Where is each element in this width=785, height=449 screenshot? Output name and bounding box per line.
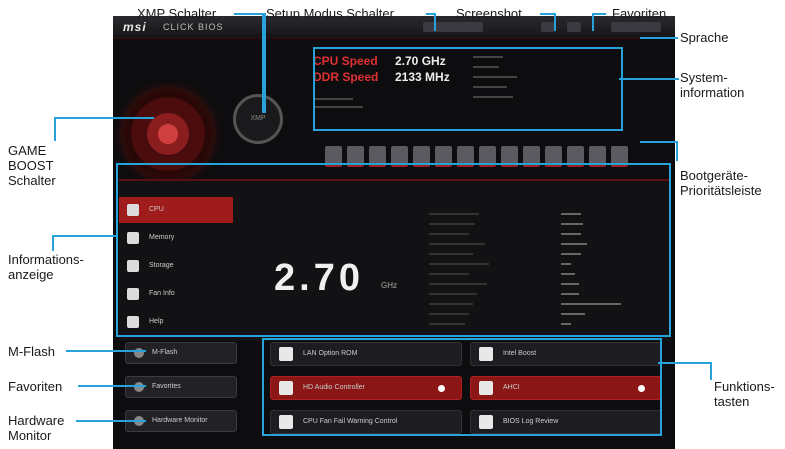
favorites-side-button[interactable]: Favorites: [125, 376, 237, 398]
callout-system-information: System- information: [680, 70, 745, 100]
callout-line: [640, 141, 676, 143]
sysinfo-frame: [313, 47, 623, 131]
callout-favorites-left: Favoriten: [8, 379, 63, 394]
callout-line: [710, 362, 712, 380]
callout-line: [658, 362, 712, 364]
xmp-switch[interactable]: XMP: [233, 94, 283, 144]
callout-line: [78, 385, 146, 387]
m-flash-button[interactable]: M-Flash: [125, 342, 237, 364]
click-bios-label: CLICK BIOS: [163, 22, 224, 32]
callout-line: [76, 420, 146, 422]
callout-line: [52, 235, 116, 237]
callout-line: [66, 350, 146, 352]
callout-line: [676, 141, 678, 161]
callout-line: [264, 13, 266, 113]
callout-line: [234, 13, 264, 15]
callout-line: [52, 235, 54, 251]
callout-line: [554, 13, 556, 31]
callout-favorites-top: Favoriten: [612, 6, 667, 21]
setup-mode-button[interactable]: [423, 22, 483, 32]
callout-line: [54, 117, 154, 119]
callout-language: Sprache: [680, 30, 729, 45]
callout-boot-priority-bar: Bootgeräte- Prioritätsleiste: [680, 168, 762, 198]
callout-m-flash: M-Flash: [8, 344, 55, 359]
callout-xmp-switch: XMP Schalter: [137, 6, 217, 21]
function-keys-frame: [262, 338, 662, 436]
callout-information-display: Informations- anzeige: [8, 252, 84, 282]
callout-line: [640, 37, 678, 39]
callout-setup-mode-switch: Setup Modus Schalter: [266, 6, 394, 21]
callout-line: [619, 78, 679, 80]
callout-screenshot: Screenshot: [456, 6, 522, 21]
callout-function-keys: Funktions- tasten: [714, 379, 775, 409]
callout-line: [434, 13, 436, 31]
callout-line: [592, 13, 594, 31]
callout-game-boost: GAME BOOST Schalter: [8, 143, 56, 188]
favorites-button[interactable]: [567, 22, 581, 32]
screenshot-button[interactable]: [541, 22, 555, 32]
callout-line: [592, 13, 606, 15]
info-display-frame: [116, 163, 671, 337]
callout-line: [54, 117, 56, 141]
msi-logo: msi: [123, 20, 147, 34]
language-button[interactable]: [611, 22, 661, 32]
callout-hardware-monitor: Hardware Monitor: [8, 413, 65, 443]
